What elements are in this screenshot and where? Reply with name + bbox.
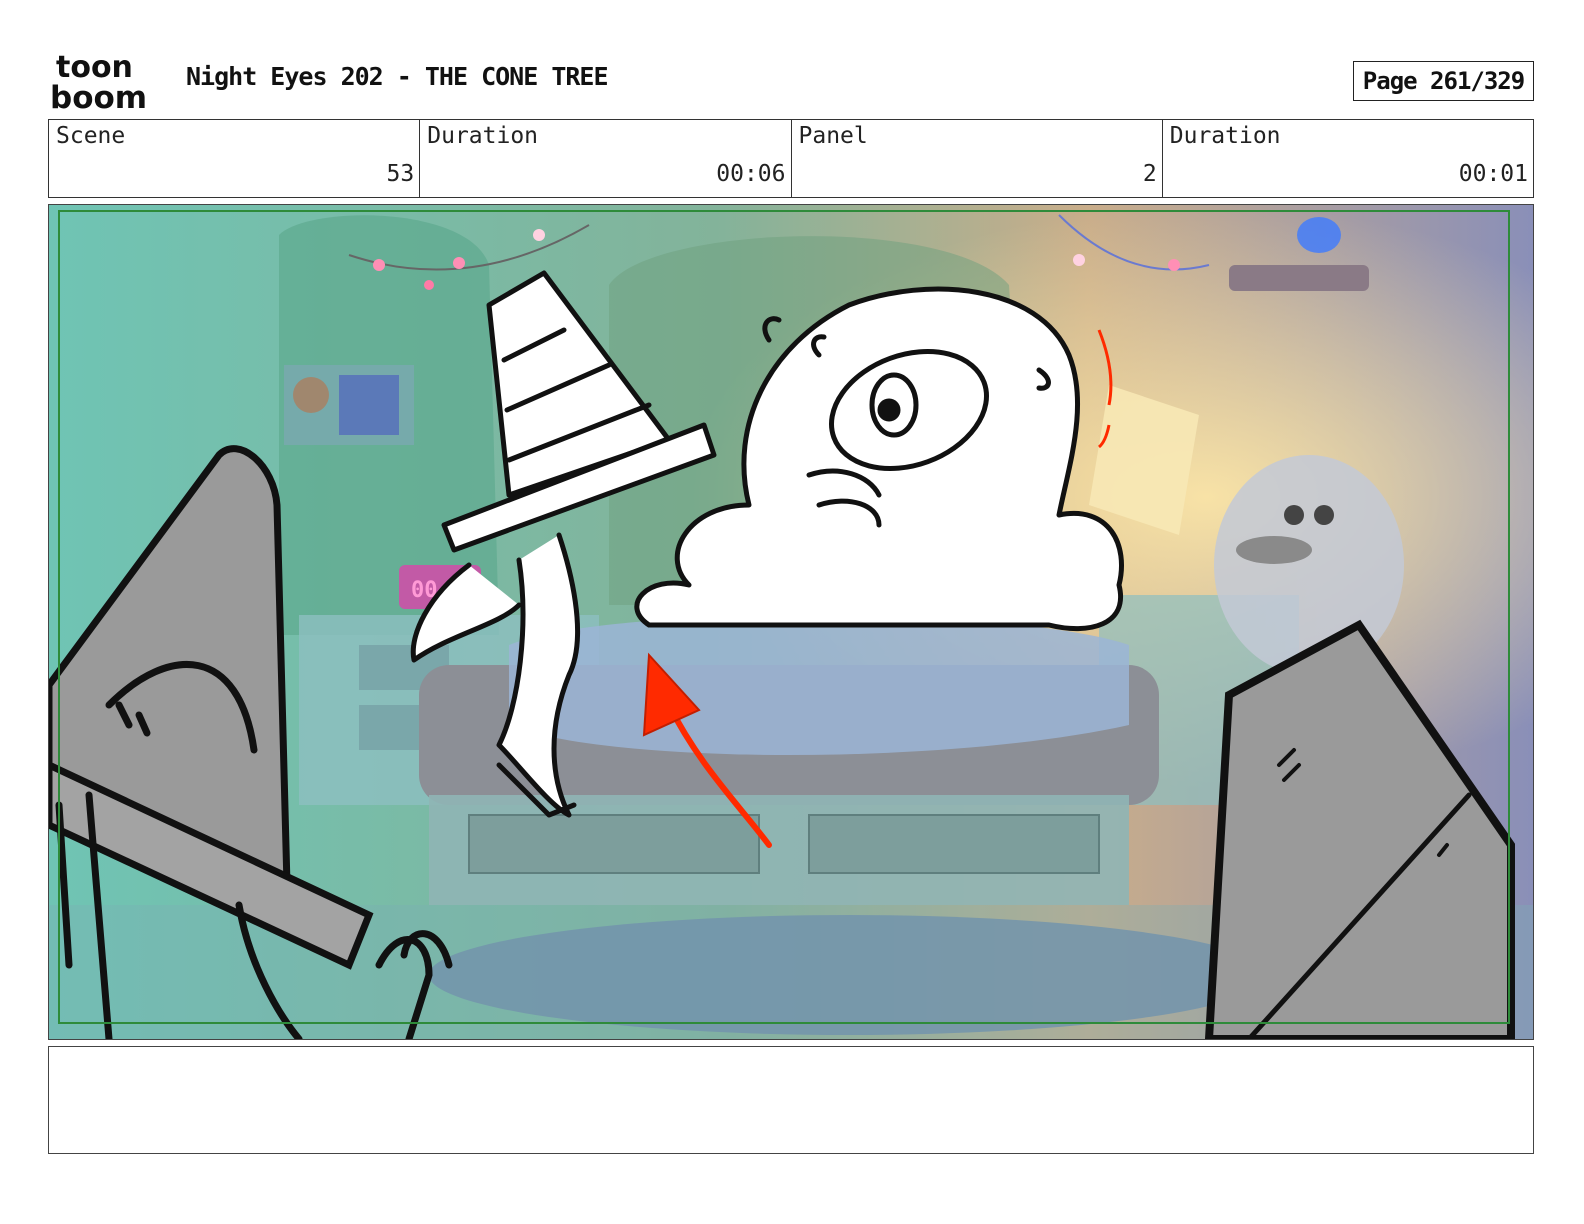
panel-duration-value: 00:01 — [1458, 161, 1528, 187]
page-number: Page 261/329 — [1353, 61, 1534, 101]
storyboard-panel-image: 00:00 — [48, 204, 1534, 1040]
panel-notes-box — [48, 1046, 1534, 1154]
panel-info-table: Scene 53 Duration 00:06 Panel 2 Duration… — [48, 119, 1534, 198]
panel-cell: Panel 2 — [792, 120, 1163, 197]
panel-value: 2 — [1142, 161, 1157, 187]
panel-duration-cell: Duration 00:01 — [1163, 120, 1533, 197]
toonboom-logo: toon boom — [50, 50, 166, 116]
panel-label: Panel — [798, 123, 868, 149]
logo-bottom-text: boom — [50, 80, 147, 112]
scene-value: 53 — [386, 161, 415, 187]
scene-cell: Scene 53 — [49, 120, 421, 197]
scene-duration-value: 00:06 — [716, 161, 786, 187]
scene-duration-label: Duration — [427, 123, 539, 149]
panel-duration-label: Duration — [1169, 123, 1281, 149]
scene-duration-cell: Duration 00:06 — [420, 120, 792, 197]
scene-label: Scene — [56, 123, 126, 149]
storyboard-title: Night Eyes 202 - THE CONE TREE — [186, 62, 609, 91]
